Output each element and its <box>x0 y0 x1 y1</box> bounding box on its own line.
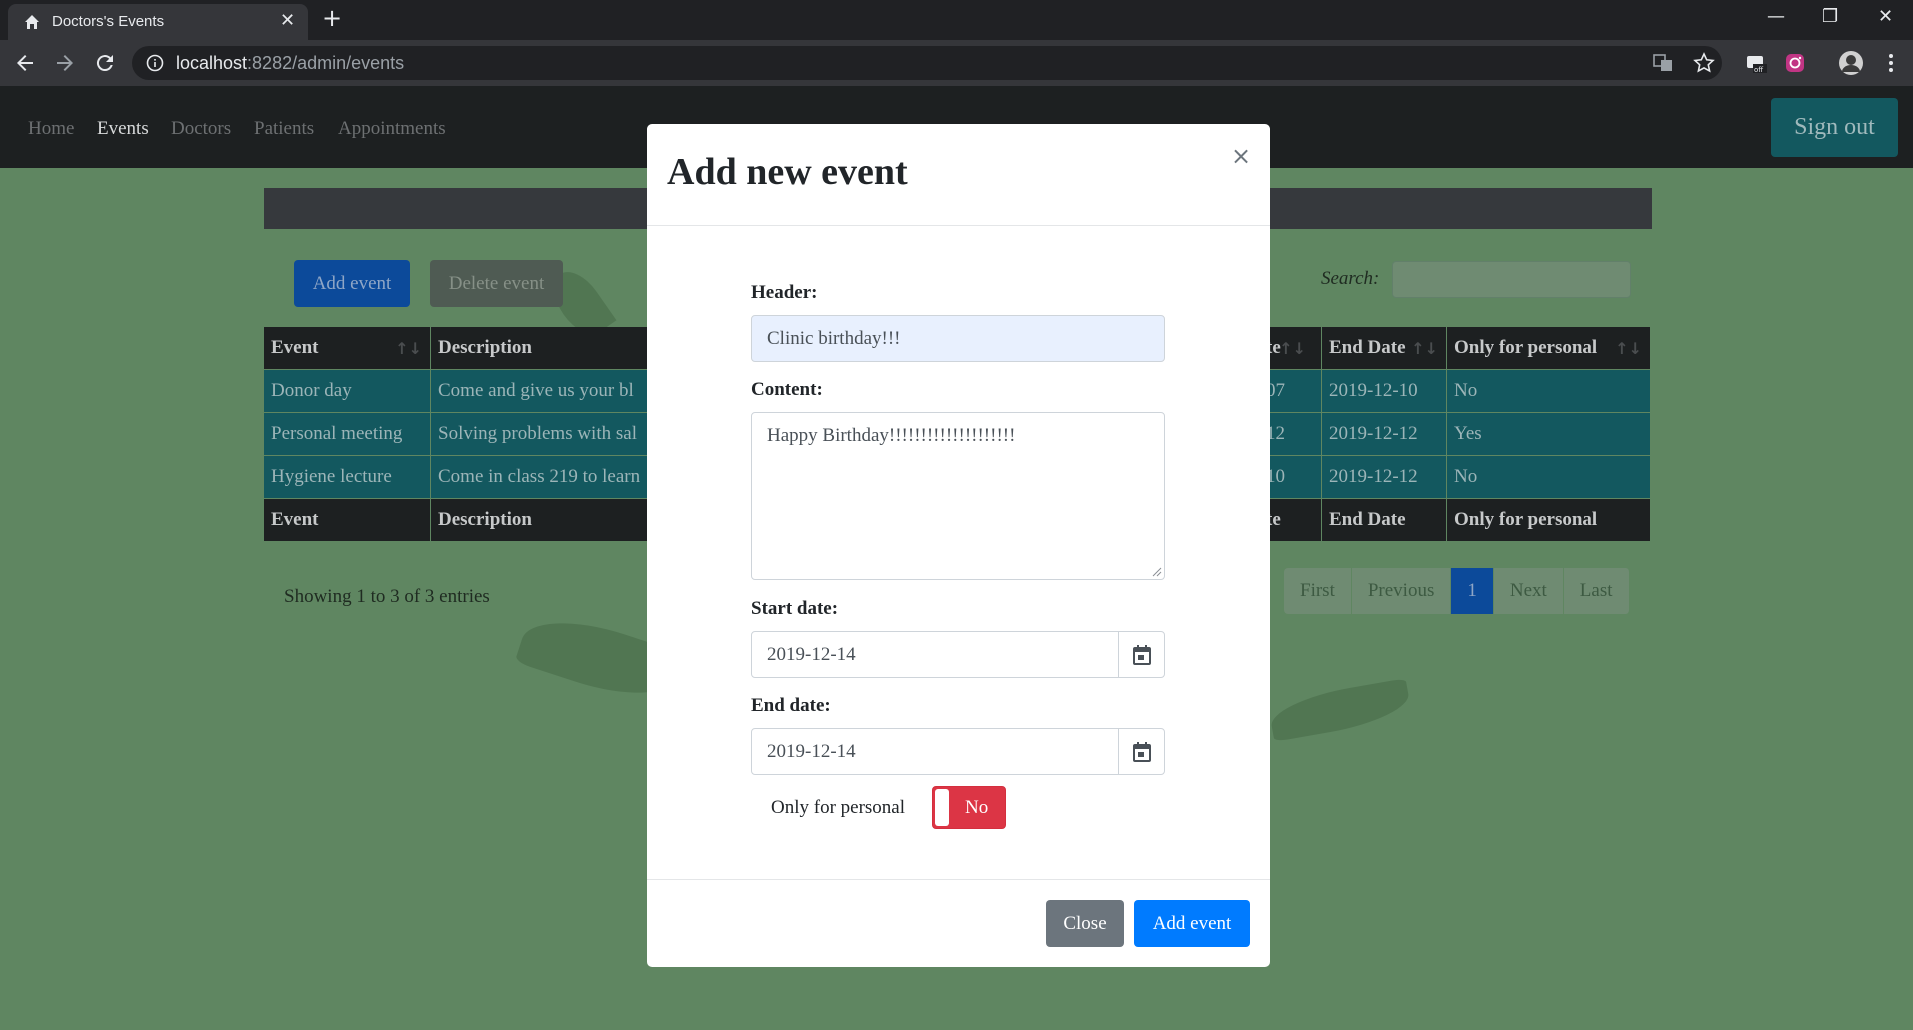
toggle-knob <box>935 789 949 826</box>
end-date-picker-button[interactable] <box>1118 728 1165 775</box>
content-label: Content: <box>751 379 823 400</box>
column-footer-end-date: End Date <box>1321 499 1446 541</box>
end-date-group: 2019-12-14 <box>751 728 1165 775</box>
column-footer-event: Event <box>271 509 319 530</box>
cell-end-date: 2019-12-10 <box>1321 370 1446 412</box>
search-label: Search: <box>1321 268 1380 289</box>
nav-link-events[interactable]: Events <box>97 118 149 140</box>
calendar-icon <box>1133 742 1151 762</box>
back-icon[interactable] <box>13 51 37 75</box>
profile-avatar-icon[interactable] <box>1838 50 1864 76</box>
end-date-label: End date: <box>751 695 831 716</box>
sort-icon: ↑↓ <box>395 339 422 358</box>
sort-icon: ↑↓ <box>1615 339 1642 358</box>
resize-handle-icon[interactable] <box>1152 567 1162 577</box>
cell-event: Donor day <box>271 380 352 401</box>
url-text: localhost:8282/admin/events <box>176 53 405 73</box>
reload-icon[interactable] <box>93 51 117 75</box>
home-icon <box>25 15 39 29</box>
cell-only-for-personal: No <box>1446 370 1650 412</box>
close-button[interactable]: Close <box>1046 900 1124 947</box>
add-event-modal: Add new event × Header: Clinic birthday!… <box>647 124 1270 967</box>
instagram-icon[interactable] <box>1784 52 1806 74</box>
cell-only-for-personal: No <box>1446 456 1650 498</box>
nav-link-doctors[interactable]: Doctors <box>171 118 231 140</box>
restore-icon[interactable]: ❐ <box>1822 6 1838 27</box>
start-date-picker-button[interactable] <box>1118 631 1165 678</box>
only-for-personal-toggle[interactable]: No <box>932 786 1006 829</box>
pagination-next-button[interactable]: Next <box>1493 568 1564 614</box>
add-event-button[interactable]: Add event <box>294 260 410 307</box>
browser-toolbar: localhost:8282/admin/events off <box>0 40 1913 86</box>
table-info-text: Showing 1 to 3 of 3 entries <box>284 586 490 607</box>
nav-link-home[interactable]: Home <box>28 118 74 140</box>
translate-icon[interactable] <box>1652 52 1674 74</box>
column-header-end-date[interactable]: End Date ↑↓ <box>1321 327 1446 369</box>
search-input[interactable] <box>1392 261 1631 298</box>
nav-link-patients[interactable]: Patients <box>254 118 314 140</box>
pagination-last-button[interactable]: Last <box>1563 568 1630 614</box>
new-tab-icon[interactable]: + <box>322 4 342 32</box>
tab-title: Doctors's Events <box>52 13 165 30</box>
column-footer-only-for-personal: Only for personal <box>1446 499 1650 541</box>
only-for-personal-label: Only for personal <box>771 797 906 818</box>
pagination-first-button[interactable]: First <box>1284 568 1352 614</box>
pagination-previous-button[interactable]: Previous <box>1351 568 1452 614</box>
background-leaf-image <box>1267 678 1413 742</box>
sort-icon: ↑↓ <box>1279 339 1306 358</box>
modal-close-icon[interactable]: × <box>1231 142 1251 170</box>
window-close-icon[interactable]: ✕ <box>1878 6 1893 27</box>
bookmark-star-icon[interactable] <box>1693 52 1715 74</box>
calendar-icon <box>1133 645 1151 665</box>
content-textarea[interactable]: Happy Birthday!!!!!!!!!!!!!!!!!!!! <box>751 412 1165 580</box>
start-date-label: Start date: <box>751 598 839 619</box>
address-bar[interactable]: localhost:8282/admin/events <box>132 46 1722 80</box>
modal-header-divider <box>647 225 1270 226</box>
browser-tab-strip: Doctors's Events ✕ + — ❐ ✕ <box>0 0 1913 40</box>
start-date-input[interactable]: 2019-12-14 <box>751 631 1119 678</box>
pagination: First Previous 1 Next Last <box>1284 568 1630 614</box>
pagination-page-button[interactable]: 1 <box>1451 568 1494 614</box>
nav-link-appointments[interactable]: Appointments <box>338 118 446 140</box>
svg-text:off: off <box>1754 66 1763 74</box>
header-input[interactable]: Clinic birthday!!! <box>751 315 1165 362</box>
modal-footer-divider <box>647 879 1270 880</box>
column-header-event[interactable]: Event ↑↓ <box>264 327 430 369</box>
sort-icon: ↑↓ <box>1411 339 1438 358</box>
cell-event: Hygiene lecture <box>271 466 392 487</box>
content-text: Happy Birthday!!!!!!!!!!!!!!!!!!!! <box>767 425 1016 446</box>
start-date-group: 2019-12-14 <box>751 631 1165 678</box>
cell-end-date: 2019-12-12 <box>1321 456 1446 498</box>
tab-close-icon[interactable]: ✕ <box>280 10 295 31</box>
cell-end-date: 2019-12-12 <box>1321 413 1446 455</box>
minimize-icon[interactable]: — <box>1767 6 1785 27</box>
column-header-only-for-personal[interactable]: Only for personal ↑↓ <box>1446 327 1650 369</box>
add-event-submit-button[interactable]: Add event <box>1134 900 1250 947</box>
extension-off-icon[interactable]: off <box>1745 52 1767 74</box>
toggle-value: No <box>965 797 989 818</box>
header-label: Header: <box>751 282 818 303</box>
sign-out-button[interactable]: Sign out <box>1771 98 1898 157</box>
end-date-input[interactable]: 2019-12-14 <box>751 728 1119 775</box>
modal-title: Add new event <box>667 151 908 193</box>
cell-only-for-personal: Yes <box>1446 413 1650 455</box>
cell-event: Personal meeting <box>271 423 403 444</box>
browser-menu-icon[interactable] <box>1880 52 1902 74</box>
delete-event-button[interactable]: Delete event <box>430 260 563 307</box>
browser-tab[interactable]: Doctors's Events ✕ <box>8 4 308 40</box>
forward-icon[interactable] <box>53 51 77 75</box>
site-info-icon[interactable] <box>146 54 164 72</box>
